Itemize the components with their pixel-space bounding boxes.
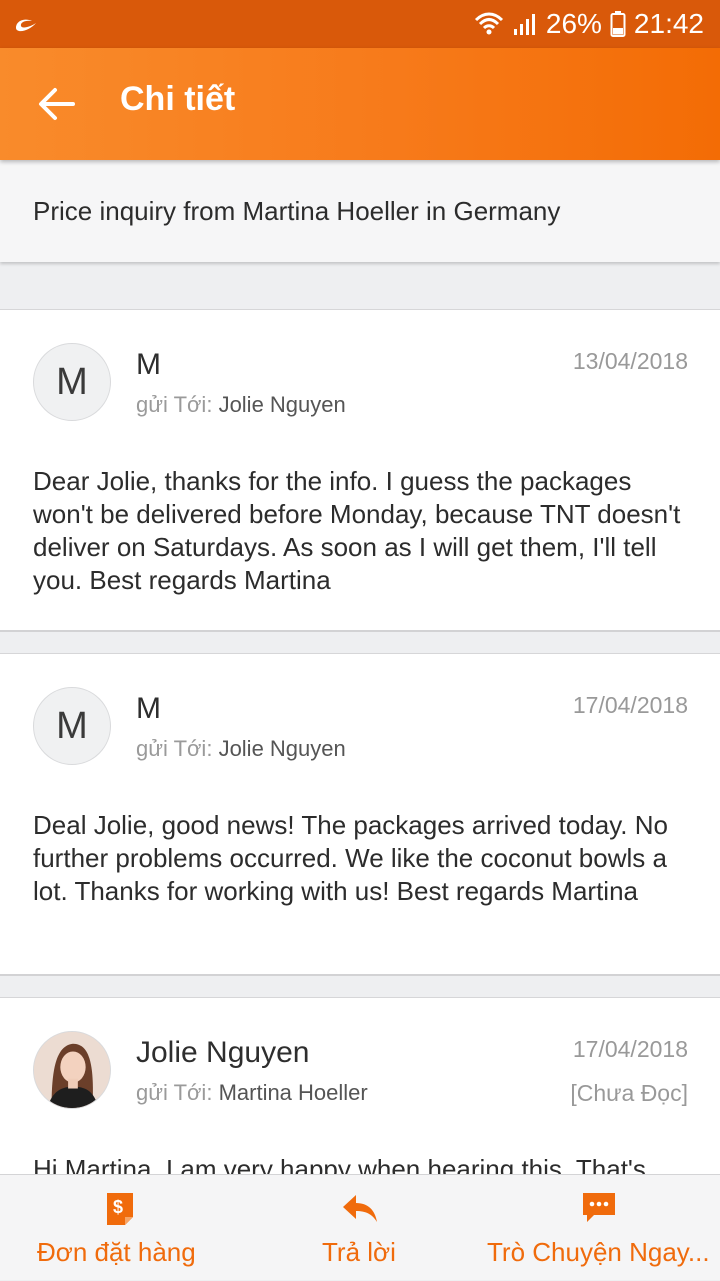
bottom-action-bar: $ Đơn đặt hàng Trả lời Trò Chuyện Ngay..…	[0, 1174, 720, 1280]
message-date: 17/04/2018	[572, 692, 688, 718]
to-prefix: gửi Tới:	[136, 736, 213, 761]
message-date: 13/04/2018	[572, 348, 688, 374]
to-prefix: gửi Tới:	[136, 1080, 213, 1105]
message-body: Dear Jolie, thanks for the info. I guess…	[33, 466, 681, 595]
clock: 21:42	[633, 8, 704, 39]
sender-name: M	[136, 692, 161, 725]
reply-label: Trả lời	[322, 1237, 396, 1267]
user-photo-icon	[34, 1032, 110, 1108]
recipient-line: gửi Tới: Jolie Nguyen	[136, 392, 346, 418]
chat-now-label: Trò Chuyện Ngay...	[487, 1237, 710, 1267]
sender-name: M	[136, 348, 161, 381]
recipient-name: Jolie Nguyen	[218, 392, 346, 417]
wifi-icon	[474, 12, 503, 35]
reply-button[interactable]: Trả lời	[280, 1175, 440, 1281]
message-body: Hi Martina, I am very happy when hearing…	[33, 1154, 646, 1174]
recipient-line: gửi Tới: Jolie Nguyen	[136, 736, 346, 762]
avatar-letter: M	[56, 704, 88, 747]
svg-text:$: $	[113, 1197, 123, 1217]
message-body: Deal Jolie, good news! The packages arri…	[33, 810, 668, 906]
subject-card: Price inquiry from Martina Hoeller in Ge…	[0, 160, 720, 262]
chat-now-button[interactable]: Trò Chuyện Ngay...	[470, 1175, 720, 1281]
avatar-letter: M	[56, 360, 88, 403]
message-item[interactable]: M M gửi Tới: Jolie Nguyen 17/04/2018 Dea…	[0, 653, 720, 976]
alibaba-icon	[16, 19, 36, 32]
arrow-left-icon	[39, 88, 75, 120]
message-item[interactable]: Jolie Nguyen gửi Tới: Martina Hoeller 17…	[0, 997, 720, 1174]
orders-label: Đơn đặt hàng	[37, 1237, 196, 1267]
battery-percent: 26%	[545, 8, 602, 39]
order-dollar-icon: $	[107, 1193, 133, 1225]
avatar	[33, 1031, 111, 1109]
avatar: M	[33, 343, 111, 421]
orders-button[interactable]: $ Đơn đặt hàng	[0, 1175, 240, 1281]
message-list[interactable]: M M gửi Tới: Jolie Nguyen 13/04/2018 Dea…	[0, 262, 720, 1174]
status-bar: 26% 21:42	[0, 0, 720, 48]
app-bar: Chi tiết	[0, 48, 720, 160]
unread-status: [Chưa Đọc]	[570, 1080, 688, 1106]
sender-name: Jolie Nguyen	[136, 1036, 310, 1069]
back-button[interactable]	[28, 76, 84, 132]
avatar: M	[33, 687, 111, 765]
recipient-line: gửi Tới: Martina Hoeller	[136, 1080, 368, 1106]
to-prefix: gửi Tới:	[136, 392, 213, 417]
signal-icon	[513, 14, 535, 35]
status-icons: 26% 21:42	[474, 0, 704, 48]
message-date: 17/04/2018	[572, 1036, 688, 1062]
chat-bubble-icon	[583, 1193, 615, 1222]
page-title: Chi tiết	[120, 80, 236, 118]
reply-icon	[343, 1195, 377, 1222]
recipient-name: Jolie Nguyen	[218, 736, 346, 761]
message-item[interactable]: M M gửi Tới: Jolie Nguyen 13/04/2018 Dea…	[0, 309, 720, 632]
battery-icon	[610, 11, 626, 37]
subject-text: Price inquiry from Martina Hoeller in Ge…	[33, 196, 561, 226]
recipient-name: Martina Hoeller	[218, 1080, 368, 1105]
